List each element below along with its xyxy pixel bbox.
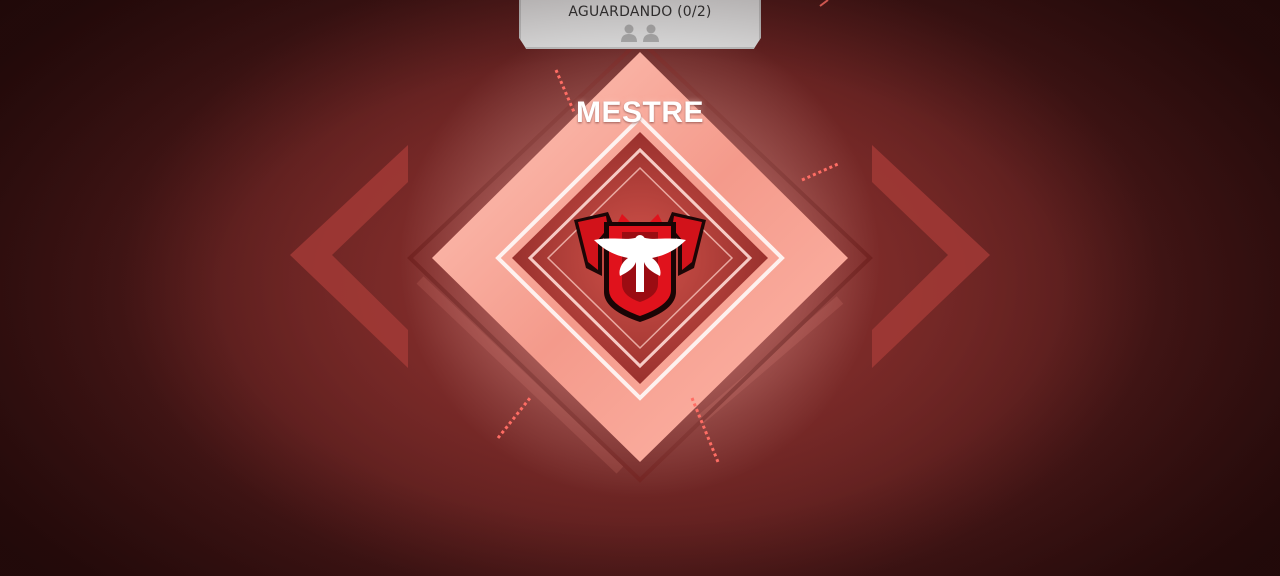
rank-screen: MESTRE AGUARDANDO (0/2) bbox=[0, 0, 1280, 576]
matchmaking-status-panel: AGUARDANDO (0/2) bbox=[519, 0, 761, 49]
dotted-accent-top bbox=[819, 0, 829, 7]
player-slot-icon bbox=[643, 24, 659, 42]
rank-title: MESTRE bbox=[575, 96, 704, 129]
rank-frame-graphic bbox=[290, 0, 990, 498]
matchmaking-status-text: AGUARDANDO (0/2) bbox=[568, 4, 712, 20]
left-chevron-shape bbox=[290, 145, 408, 368]
player-slot-icon bbox=[621, 24, 637, 42]
right-chevron-shape bbox=[872, 145, 990, 368]
player-slots bbox=[521, 23, 759, 43]
